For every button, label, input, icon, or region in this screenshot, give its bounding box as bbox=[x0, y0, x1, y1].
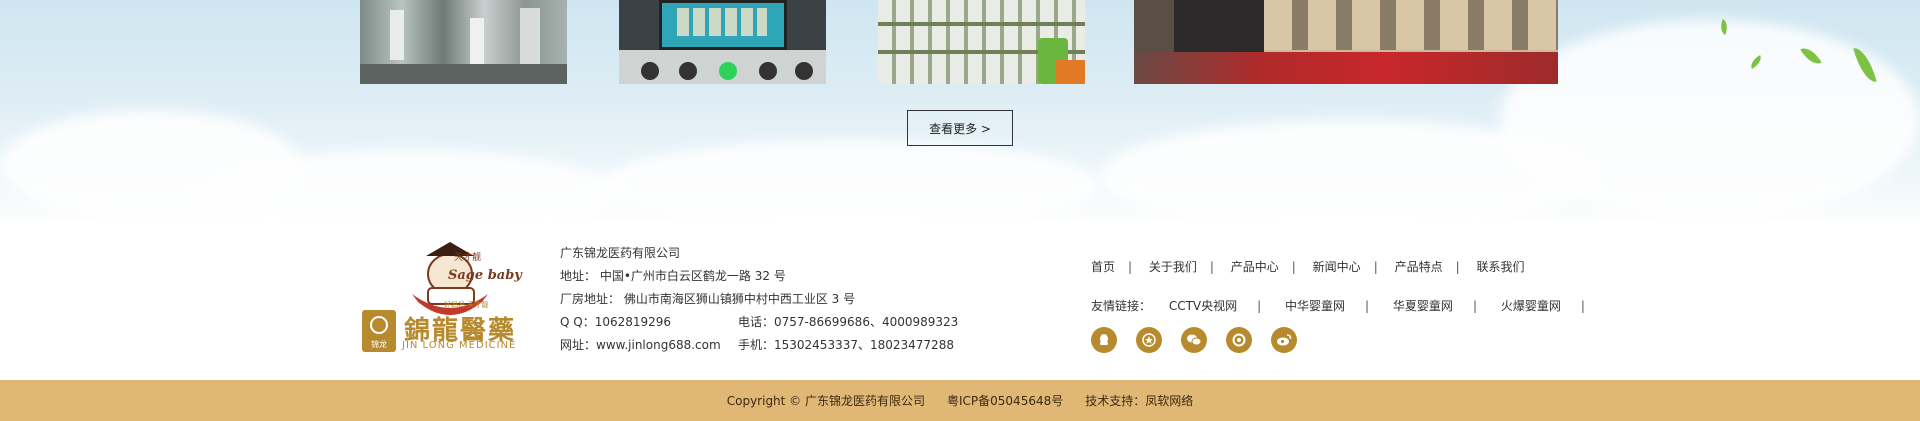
gallery-image-4[interactable] bbox=[1134, 0, 1558, 84]
footer-nav: 首页 | 关于我们 | 产品中心 | 新闻中心 | 产品特点 | 联系我们 bbox=[1091, 260, 1525, 274]
company-info: 广东锦龙医药有限公司 地址： 中国•广州市白云区鹤龙一路 32 号 厂房地址： … bbox=[560, 242, 958, 357]
weibo-icon[interactable] bbox=[1271, 327, 1297, 353]
nav-features[interactable]: 产品特点 bbox=[1395, 260, 1443, 274]
jinlong-mark-icon: 锦龙 bbox=[362, 310, 396, 352]
company-logo[interactable]: Sage baby 天才靓 好妈妈 天才靓 锦龙 錦龍醫藥 JIN LONG M… bbox=[362, 236, 542, 354]
view-more-button[interactable]: 查看更多 > bbox=[907, 110, 1013, 146]
phone-number: 电话：0757-86699686、4000989323 bbox=[738, 315, 959, 329]
tech-support[interactable]: 技术支持：凤软网络 bbox=[1085, 392, 1193, 409]
nav-contact[interactable]: 联系我们 bbox=[1476, 260, 1524, 274]
icp-number[interactable]: 粤ICP备05045648号 bbox=[947, 392, 1063, 409]
baby-cn-brand: 天才靓 bbox=[454, 253, 482, 263]
nav-news[interactable]: 新闻中心 bbox=[1313, 260, 1361, 274]
website-link[interactable]: 网址：www.jinlong688.com bbox=[560, 338, 721, 352]
baby-slogan: 好妈妈 天才靓 bbox=[444, 301, 489, 309]
footer bbox=[0, 218, 1920, 380]
friend-links: 友情链接： CCTV央视网 | 中华婴童网 | 华夏婴童网 | 火爆婴童网 | bbox=[1091, 299, 1585, 313]
gallery-section: 查看更多 > bbox=[0, 0, 1920, 218]
qq-number: Q Q：1062819296 bbox=[560, 315, 672, 329]
friend-links-label: 友情链接： bbox=[1091, 299, 1152, 313]
friend-link-huobao[interactable]: 火爆婴童网 bbox=[1501, 299, 1561, 313]
nav-home[interactable]: 首页 bbox=[1091, 260, 1115, 274]
gallery-image-3[interactable] bbox=[878, 0, 1085, 84]
friend-link-cctv[interactable]: CCTV央视网 bbox=[1169, 299, 1237, 313]
wechat-icon[interactable] bbox=[1181, 327, 1207, 353]
star-icon[interactable] bbox=[1136, 327, 1162, 353]
friend-link-zhonghua[interactable]: 中华婴童网 bbox=[1285, 299, 1345, 313]
cloud bbox=[600, 140, 1100, 218]
friend-link-huaxia[interactable]: 华夏婴童网 bbox=[1393, 299, 1453, 313]
gallery-image-2[interactable] bbox=[619, 0, 826, 84]
company-address: 地址： 中国•广州市白云区鹤龙一路 32 号 bbox=[560, 269, 786, 283]
nav-products[interactable]: 产品中心 bbox=[1231, 260, 1279, 274]
qq-icon[interactable] bbox=[1091, 327, 1117, 353]
logo-en-text: JIN LONG MEDICINE bbox=[402, 340, 517, 351]
copyright-bar: Copyright © 广东锦龙医药有限公司 粤ICP备05045648号 技术… bbox=[0, 380, 1920, 421]
social-icons bbox=[1091, 327, 1297, 353]
gallery-image-1[interactable] bbox=[360, 0, 567, 84]
sage-baby-brand: Sage baby bbox=[448, 268, 522, 283]
factory-address: 厂房地址： 佛山市南海区狮山镇狮中村中西工业区 3 号 bbox=[560, 292, 856, 306]
copyright-text: Copyright © 广东锦龙医药有限公司 bbox=[726, 394, 925, 408]
camera-icon[interactable] bbox=[1226, 327, 1252, 353]
mobile-number: 手机：15302453337、18023477288 bbox=[738, 338, 954, 352]
company-name: 广东锦龙医药有限公司 bbox=[560, 246, 681, 260]
nav-about[interactable]: 关于我们 bbox=[1149, 260, 1197, 274]
